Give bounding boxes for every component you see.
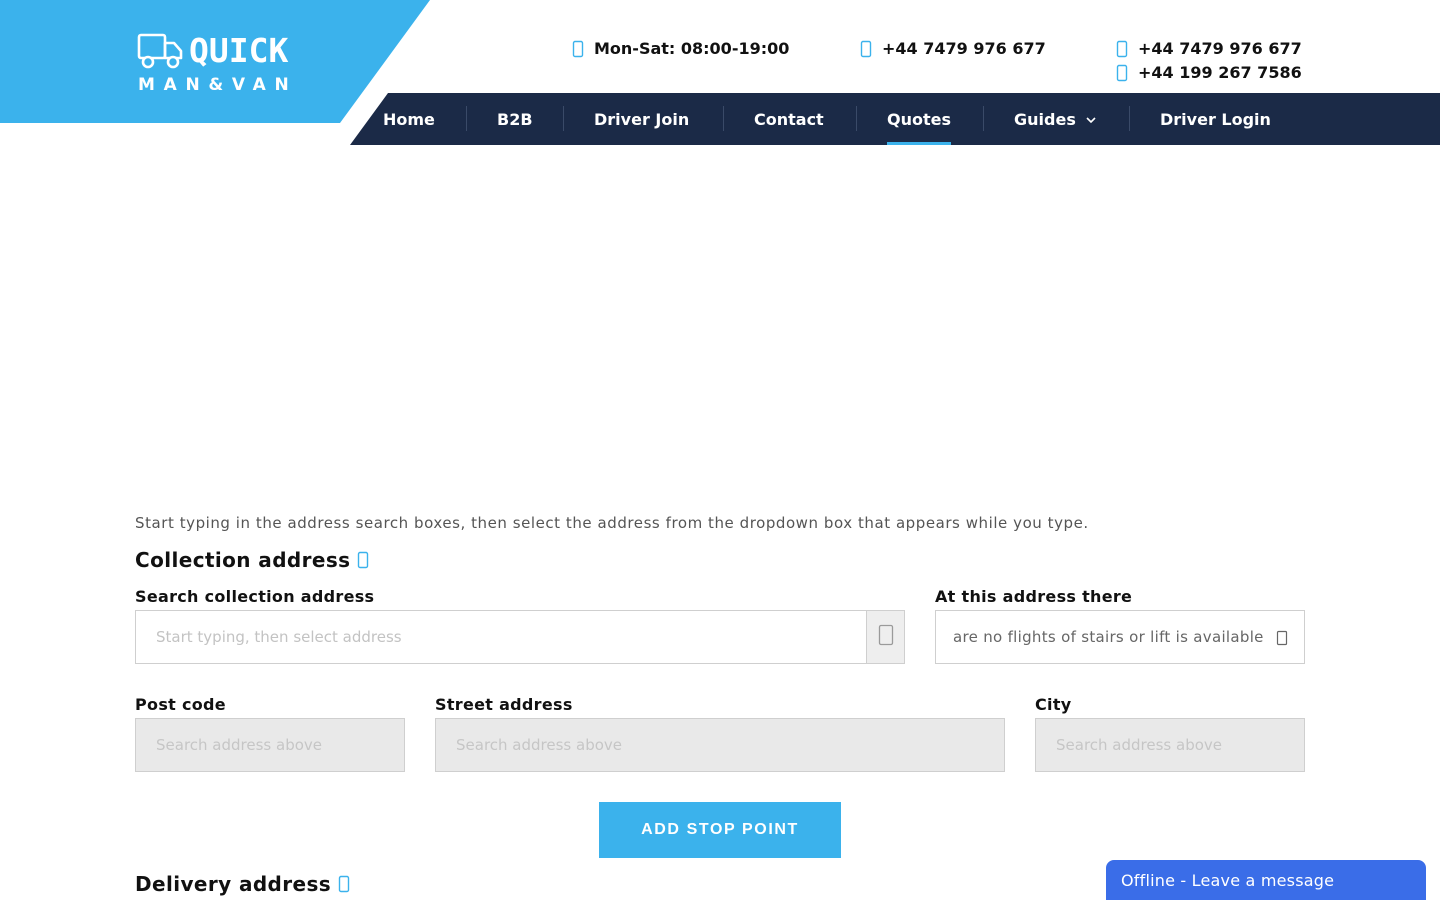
truck-icon bbox=[137, 32, 183, 74]
mobile-phone-icon bbox=[858, 40, 874, 58]
phone-icon bbox=[1114, 64, 1130, 82]
search-icon bbox=[878, 624, 894, 650]
chat-widget-label: Offline - Leave a message bbox=[1121, 870, 1335, 890]
info-icon[interactable] bbox=[357, 551, 369, 569]
nav-divider bbox=[1129, 106, 1130, 131]
nav-b2b-label: B2B bbox=[497, 109, 533, 129]
collection-address-title: Collection address bbox=[135, 548, 351, 572]
nav-home[interactable]: Home bbox=[383, 93, 435, 145]
nav-driver-join-label: Driver Join bbox=[594, 109, 690, 129]
nav-quotes[interactable]: Quotes bbox=[887, 93, 952, 145]
phone-number-2[interactable]: +44 199 267 7586 bbox=[1114, 63, 1302, 83]
nav-driver-login-label: Driver Login bbox=[1160, 109, 1271, 129]
search-collection-label: Search collection address bbox=[135, 587, 375, 606]
phone-icon bbox=[1114, 40, 1130, 58]
opening-hours: Mon-Sat: 08:00-19:00 bbox=[570, 39, 789, 59]
mobile-number-text: +44 7479 976 677 bbox=[882, 39, 1046, 58]
nav-guides-label: Guides bbox=[1014, 109, 1076, 129]
nav-contact-label: Contact bbox=[754, 109, 824, 129]
nav-guides[interactable]: Guides bbox=[1014, 93, 1096, 145]
nav-home-label: Home bbox=[383, 109, 435, 129]
nav-divider bbox=[466, 106, 467, 131]
nav-divider bbox=[856, 106, 857, 131]
search-button[interactable] bbox=[866, 610, 905, 664]
delivery-address-title: Delivery address bbox=[135, 872, 332, 896]
nav-quotes-label: Quotes bbox=[887, 109, 952, 129]
access-label: At this address there bbox=[935, 587, 1133, 606]
form-instructions: Start typing in the address search boxes… bbox=[135, 514, 1089, 532]
postcode-label: Post code bbox=[135, 695, 226, 714]
access-select-value: are no flights of stairs or lift is avai… bbox=[953, 628, 1264, 646]
nav-divider bbox=[723, 106, 724, 131]
access-select[interactable]: are no flights of stairs or lift is avai… bbox=[935, 610, 1305, 664]
nav-contact[interactable]: Contact bbox=[754, 93, 824, 145]
collection-search-input[interactable] bbox=[135, 610, 867, 664]
logo-word-quick: QUICK bbox=[189, 31, 289, 70]
opening-hours-text: Mon-Sat: 08:00-19:00 bbox=[594, 39, 790, 58]
collection-address-heading: Collection address bbox=[135, 547, 369, 573]
info-icon[interactable] bbox=[338, 875, 350, 893]
chevron-down-icon bbox=[1276, 630, 1288, 650]
add-stop-point-button[interactable]: ADD STOP POINT bbox=[599, 802, 841, 858]
nav-divider bbox=[983, 106, 984, 131]
logo-word-manvan: MAN&VAN bbox=[138, 75, 298, 95]
phone-number-1-text: +44 7479 976 677 bbox=[1138, 39, 1302, 58]
nav-b2b[interactable]: B2B bbox=[497, 93, 533, 145]
chat-widget[interactable]: Offline - Leave a message bbox=[1106, 860, 1426, 900]
city-field[interactable] bbox=[1035, 718, 1305, 772]
nav-divider bbox=[563, 106, 564, 131]
phone-number-1[interactable]: +44 7479 976 677 bbox=[1114, 39, 1302, 59]
city-label: City bbox=[1035, 695, 1072, 714]
phone-number-2-text: +44 199 267 7586 bbox=[1138, 63, 1302, 82]
mobile-number[interactable]: +44 7479 976 677 bbox=[858, 39, 1046, 59]
clock-icon bbox=[570, 40, 586, 58]
chevron-down-icon bbox=[1086, 116, 1096, 124]
site-logo[interactable]: QUICK MAN&VAN bbox=[137, 32, 317, 96]
postcode-field[interactable] bbox=[135, 718, 405, 772]
street-address-label: Street address bbox=[435, 695, 573, 714]
street-address-field[interactable] bbox=[435, 718, 1005, 772]
nav-driver-login[interactable]: Driver Login bbox=[1160, 93, 1271, 145]
nav-driver-join[interactable]: Driver Join bbox=[594, 93, 689, 145]
delivery-address-heading: Delivery address bbox=[135, 871, 350, 897]
